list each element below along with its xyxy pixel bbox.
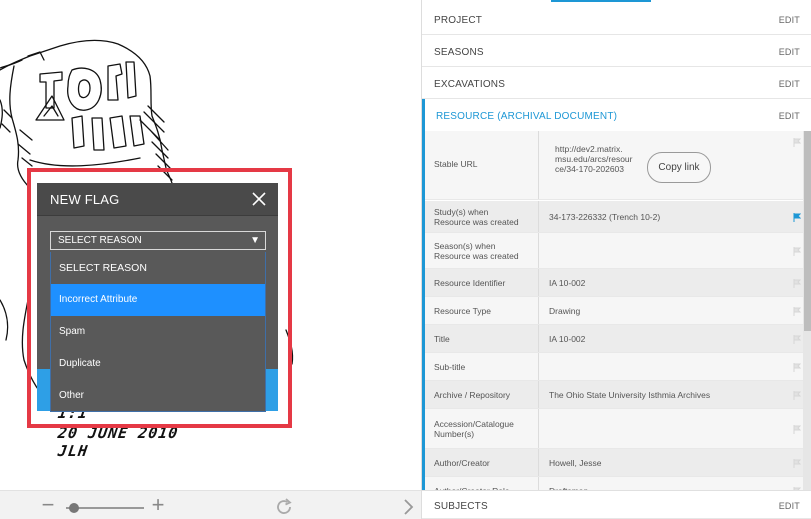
- table-row: Season(s) when Resource was created: [425, 233, 811, 269]
- flag-icon[interactable]: [793, 307, 801, 316]
- column-divider: [538, 409, 539, 448]
- column-divider: [538, 325, 539, 352]
- flag-icon[interactable]: [793, 279, 801, 288]
- column-divider: [538, 477, 539, 490]
- section-subjects-title: SUBJECTS: [434, 501, 488, 512]
- modal-title: NEW FLAG: [50, 192, 120, 207]
- table-row: Resource Identifier IA 10-002: [425, 269, 811, 297]
- section-project-title: PROJECT: [434, 15, 483, 26]
- reason-option-spam[interactable]: Spam: [51, 316, 265, 348]
- table-row: Stable URL http://dev2.matrix. msu.edu/a…: [425, 131, 811, 200]
- flag-icon[interactable]: [793, 247, 801, 256]
- row-label: Stable URL: [434, 159, 478, 169]
- section-excavations-title: EXCAVATIONS: [434, 79, 506, 90]
- column-divider: [538, 131, 539, 199]
- excavations-edit-button[interactable]: EDIT: [779, 79, 800, 89]
- reason-option-other[interactable]: Other: [51, 380, 265, 412]
- row-label: Resource was created: [434, 217, 519, 227]
- seasons-edit-button[interactable]: EDIT: [779, 47, 800, 57]
- row-label: Archive / Repository: [434, 390, 511, 400]
- column-divider: [538, 353, 539, 380]
- column-divider: [538, 297, 539, 324]
- row-value: IA 10-002: [549, 278, 586, 288]
- drawing-initials-text: JLH: [56, 442, 90, 460]
- reason-option-duplicate[interactable]: Duplicate: [51, 348, 265, 380]
- table-row: Archive / Repository The Ohio State Unive…: [425, 381, 811, 409]
- row-label: Number(s): [434, 429, 475, 439]
- row-value: The Ohio State University Isthmia Archiv…: [549, 390, 711, 400]
- section-seasons-title: SEASONS: [434, 47, 484, 58]
- table-row: Author/Creator Howell, Jesse: [425, 449, 811, 477]
- section-subjects[interactable]: SUBJECTS EDIT: [422, 490, 811, 519]
- row-value: Howell, Jesse: [549, 458, 602, 468]
- row-value: 34-173-226332 (Trench 10-2): [549, 212, 661, 222]
- column-divider: [538, 381, 539, 408]
- reason-option-select-reason[interactable]: SELECT REASON: [51, 252, 265, 284]
- flag-icon[interactable]: [793, 138, 801, 147]
- zoom-out-button[interactable]: −: [38, 494, 58, 516]
- app-root: 1:1 20 JUNE 2010 JLH NEW FLAG SELECT REA…: [0, 0, 811, 519]
- viewer-toolbar: − +: [0, 490, 421, 519]
- row-label: Season(s) when: [434, 241, 496, 251]
- section-project[interactable]: PROJECT EDIT: [422, 3, 811, 35]
- section-resource[interactable]: RESOURCE (ARCHIVAL DOCUMENT) EDIT: [422, 99, 811, 132]
- image-viewer[interactable]: 1:1 20 JUNE 2010 JLH NEW FLAG SELECT REA…: [0, 0, 421, 519]
- table-row: Title IA 10-002: [425, 325, 811, 353]
- reason-option-incorrect-attribute[interactable]: Incorrect Attribute: [51, 284, 265, 316]
- section-seasons[interactable]: SEASONS EDIT: [422, 35, 811, 67]
- dropdown-arrow-icon: ▼: [250, 235, 260, 246]
- row-value: IA 10-002: [549, 334, 586, 344]
- reason-select[interactable]: SELECT REASON ▼: [50, 231, 266, 250]
- row-label: Sub-title: [434, 362, 466, 372]
- table-row: Study(s) when Resource was created 34-173-…: [425, 201, 811, 233]
- flag-icon[interactable]: [793, 335, 801, 344]
- submit-button-edge-right[interactable]: [266, 369, 278, 411]
- table-row: Accession/Catalogue Number(s): [425, 409, 811, 449]
- project-edit-button[interactable]: EDIT: [779, 15, 800, 25]
- column-divider: [538, 233, 539, 268]
- zoom-slider[interactable]: [66, 503, 144, 513]
- reason-select-value: SELECT REASON: [58, 235, 142, 246]
- panel-scrollbar[interactable]: [803, 131, 811, 490]
- flag-icon[interactable]: [793, 213, 801, 222]
- row-label: Resource Type: [434, 306, 492, 316]
- resource-edit-button[interactable]: EDIT: [779, 111, 800, 121]
- stable-url-line: ce/34-170-202603: [555, 164, 625, 174]
- table-row: Author/Creator RoleDraftsman: [425, 477, 811, 490]
- chevron-right-icon[interactable]: [400, 496, 418, 518]
- reason-dropdown-list: SELECT REASON Incorrect Attribute Spam D…: [50, 252, 266, 412]
- table-row: Resource Type Drawing: [425, 297, 811, 325]
- submit-button-edge[interactable]: [37, 369, 50, 411]
- scrollbar-thumb[interactable]: [804, 131, 811, 331]
- row-label: Author/Creator: [434, 458, 490, 468]
- row-label: Study(s) when: [434, 207, 489, 217]
- column-divider: [538, 449, 539, 476]
- table-row: Sub-title: [425, 353, 811, 381]
- section-excavations[interactable]: EXCAVATIONS EDIT: [422, 67, 811, 99]
- row-value: Drawing: [549, 306, 581, 316]
- column-divider: [538, 269, 539, 296]
- column-divider: [538, 201, 539, 232]
- row-label: Resource was created: [434, 251, 519, 261]
- stable-url-line: http://dev2.matrix.: [555, 144, 623, 154]
- row-label: Accession/Catalogue: [434, 419, 514, 429]
- copy-link-button[interactable]: Copy link: [647, 152, 711, 183]
- flag-icon[interactable]: [793, 391, 801, 400]
- zoom-slider-thumb[interactable]: [69, 503, 79, 513]
- modal-header: NEW FLAG: [37, 183, 278, 216]
- rotate-icon[interactable]: [273, 496, 295, 518]
- subjects-edit-button[interactable]: EDIT: [779, 501, 800, 511]
- row-label: Title: [434, 334, 450, 344]
- close-icon[interactable]: [251, 191, 267, 207]
- flag-icon[interactable]: [793, 363, 801, 372]
- flag-icon[interactable]: [793, 459, 801, 468]
- stable-url-line: msu.edu/arcs/resour: [555, 154, 633, 164]
- zoom-in-button[interactable]: +: [148, 494, 168, 516]
- section-resource-title: RESOURCE (ARCHIVAL DOCUMENT): [436, 111, 618, 122]
- flag-icon[interactable]: [793, 425, 801, 434]
- metadata-panel: PROJECT EDIT SEASONS EDIT EXCAVATIONS ED…: [421, 0, 811, 519]
- row-label: Resource Identifier: [434, 278, 506, 288]
- active-tab-indicator: [551, 0, 651, 2]
- resource-table: Stable URL http://dev2.matrix. msu.edu/a…: [422, 131, 811, 490]
